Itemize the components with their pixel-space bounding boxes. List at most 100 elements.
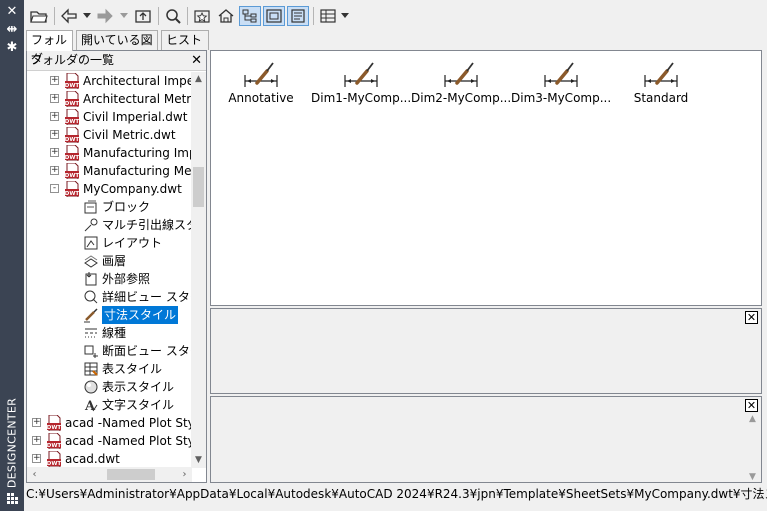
tree-item-label-selected[interactable]: 寸法スタイル — [102, 306, 179, 324]
views-dropdown-icon[interactable] — [341, 13, 349, 18]
preview-toggle-icon[interactable] — [263, 6, 285, 26]
tree-row[interactable]: + DWTArchitectural Imperial.dwt — [27, 72, 192, 90]
dimension-style-icon — [444, 62, 478, 87]
back-arrow-icon[interactable] — [58, 6, 80, 26]
tree-row[interactable]: + DWT Civil Imperial.dwt — [27, 108, 192, 126]
dimension-style-label: Dim2-MyComp... — [411, 91, 512, 105]
tree-row[interactable]: + DWTManufacturing Imperial.dwt — [27, 144, 192, 162]
desc-scroll-down-icon[interactable]: ▼ — [745, 472, 760, 482]
tree-item-label[interactable]: レイアウト — [102, 234, 162, 252]
expand-icon[interactable]: + — [50, 166, 59, 175]
dimension-style-item[interactable]: Annotative — [211, 59, 311, 105]
up-folder-icon[interactable] — [132, 6, 154, 26]
tree-row[interactable]: 詳細ビュー スタイル — [27, 288, 192, 306]
tab-folders[interactable]: フォルダ — [26, 30, 73, 66]
hscroll-thumb[interactable] — [107, 469, 155, 480]
tree-row[interactable]: マルチ引出線スタイル — [27, 216, 192, 234]
tree-row[interactable]: レイアウト — [27, 234, 192, 252]
home-icon[interactable] — [215, 6, 237, 26]
svg-text:DWT: DWT — [65, 137, 80, 143]
tree-row[interactable]: 線種 — [27, 324, 192, 342]
tree-row[interactable]: ブロック — [27, 198, 192, 216]
dimension-style-item[interactable]: Dim1-MyComp... — [311, 59, 411, 105]
scroll-thumb[interactable] — [193, 167, 204, 207]
dwt-file-icon: DWT — [46, 450, 62, 468]
scroll-down-icon[interactable]: ▼ — [191, 453, 206, 468]
tree-item-label[interactable]: 線種 — [102, 324, 126, 342]
tree-row[interactable]: - DWT MyCompany.dwt — [27, 180, 192, 198]
favorites-icon[interactable] — [191, 6, 213, 26]
folder-tree[interactable]: +DWTArchitectural Imperial.dwt+DWTArchit… — [27, 72, 192, 468]
expand-icon[interactable]: + — [32, 418, 41, 427]
forward-arrow-icon[interactable] — [94, 6, 116, 26]
back-dropdown-icon[interactable] — [83, 13, 91, 18]
expand-icon[interactable]: + — [50, 148, 59, 157]
close-palette-icon[interactable]: ✕ — [4, 5, 20, 19]
dimension-style-item[interactable]: Dim2-MyComp... — [411, 59, 511, 105]
tree-item-label[interactable]: Manufacturing Imperial.dwt — [83, 144, 192, 162]
tree-item-label[interactable]: 外部参照 — [102, 270, 150, 288]
close-folder-list-icon[interactable]: ✕ — [191, 51, 202, 70]
search-icon[interactable] — [162, 6, 184, 26]
collapse-icon[interactable]: - — [50, 184, 59, 193]
tree-row[interactable]: + DWTacad -Named Plot Styles3D.dwt — [27, 432, 192, 450]
tree-item-label[interactable]: 文字スタイル — [102, 396, 174, 414]
tab-history[interactable]: ヒストリ — [161, 30, 209, 66]
tree-row[interactable]: 表スタイル — [27, 360, 192, 378]
tree-item-label[interactable]: 画層 — [102, 252, 126, 270]
tree-item-label[interactable]: Civil Metric.dwt — [83, 126, 176, 144]
expand-icon[interactable]: + — [50, 76, 59, 85]
tree-row[interactable]: 外部参照 — [27, 270, 192, 288]
tree-vertical-scrollbar[interactable]: ▲ ▼ — [191, 72, 206, 468]
tree-row[interactable]: + DWT Civil Metric.dwt — [27, 126, 192, 144]
expand-icon[interactable]: + — [50, 94, 59, 103]
auto-hide-icon[interactable]: ⇹ — [4, 23, 20, 37]
forward-dropdown-icon[interactable] — [120, 13, 128, 18]
tree-item-label[interactable]: Architectural Imperial.dwt — [83, 72, 192, 90]
scroll-left-icon[interactable]: ‹ — [27, 467, 42, 482]
tree-row[interactable]: 画層 — [27, 252, 192, 270]
description-toggle-icon[interactable] — [287, 6, 309, 26]
tab-open-drawings[interactable]: 開いている図面 — [76, 30, 158, 66]
tree-item-label[interactable]: マルチ引出線スタイル — [102, 216, 192, 234]
expand-icon[interactable]: + — [32, 454, 41, 463]
tree-horizontal-scrollbar[interactable]: ‹ › — [27, 467, 192, 482]
tree-item-label[interactable]: Manufacturing Metric.dwt — [83, 162, 192, 180]
expand-icon[interactable]: + — [32, 436, 41, 445]
tree-item-label[interactable]: acad.dwt — [65, 450, 120, 468]
tree-item-label[interactable]: 詳細ビュー スタイル — [102, 288, 192, 306]
description-scrollbar[interactable]: ▲ ▼ — [745, 414, 760, 482]
dwt-file-icon: DWT — [64, 180, 80, 198]
tree-row[interactable]: + DWT acad.dwt — [27, 450, 192, 468]
tree-item-label[interactable]: MyCompany.dwt — [83, 180, 182, 198]
tree-view-toggle-icon[interactable] — [239, 6, 261, 26]
tree-row[interactable]: 表示スタイル — [27, 378, 192, 396]
load-folder-icon[interactable] — [28, 6, 50, 26]
properties-gear-icon[interactable]: ✱ — [4, 41, 20, 55]
close-preview-icon[interactable]: ✕ — [745, 311, 758, 324]
tree-row[interactable]: + DWTManufacturing Metric.dwt — [27, 162, 192, 180]
tree-row[interactable]: + DWTArchitectural Metric.dwt — [27, 90, 192, 108]
expand-icon[interactable]: + — [50, 112, 59, 121]
tree-row[interactable]: 断面ビュー スタイル — [27, 342, 192, 360]
tree-item-label[interactable]: Architectural Metric.dwt — [83, 90, 192, 108]
dimension-style-item[interactable]: Standard — [611, 59, 711, 105]
tree-item-label[interactable]: 表スタイル — [102, 360, 162, 378]
scroll-right-icon[interactable]: › — [177, 467, 192, 482]
expand-icon[interactable]: + — [50, 130, 59, 139]
tree-row[interactable]: 寸法スタイル — [27, 306, 192, 324]
scroll-up-icon[interactable]: ▲ — [191, 72, 206, 87]
tree-row[interactable]: + DWTacad -Named Plot Styles.dwt — [27, 414, 192, 432]
dimension-style-item[interactable]: Dim3-MyComp... — [511, 59, 611, 105]
tree-item-label[interactable]: Civil Imperial.dwt — [83, 108, 187, 126]
close-description-icon[interactable]: ✕ — [745, 399, 758, 412]
tree-item-label[interactable]: 表示スタイル — [102, 378, 174, 396]
tree-item-label[interactable]: ブロック — [102, 198, 150, 216]
tree-item-label[interactable]: acad -Named Plot Styles3D.dwt — [65, 432, 192, 450]
desc-scroll-up-icon[interactable]: ▲ — [745, 414, 760, 424]
tree-item-label[interactable]: acad -Named Plot Styles.dwt — [65, 414, 192, 432]
tree-item-label[interactable]: 断面ビュー スタイル — [102, 342, 192, 360]
views-icon[interactable] — [317, 6, 339, 26]
svg-text:DWT: DWT — [47, 443, 62, 449]
tree-row[interactable]: A 文字スタイル — [27, 396, 192, 414]
